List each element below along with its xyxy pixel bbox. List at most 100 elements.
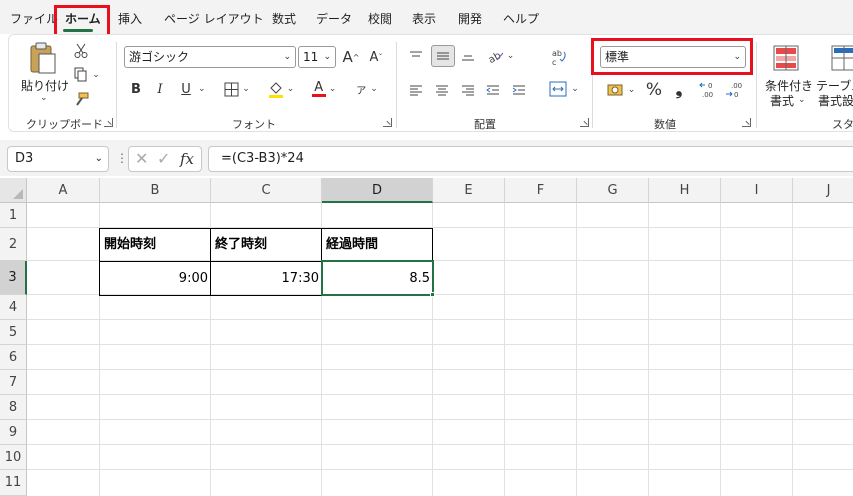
align-bottom-icon xyxy=(462,55,474,61)
fx-icon[interactable]: fx xyxy=(180,150,194,168)
row-header-11[interactable]: 11 xyxy=(0,470,27,496)
tab-review[interactable]: 校閲 xyxy=(368,11,392,27)
gridline xyxy=(27,319,853,320)
check-icon[interactable]: ✓ xyxy=(157,149,170,168)
bold-button[interactable]: B xyxy=(127,79,145,99)
fill-handle[interactable] xyxy=(430,292,435,297)
tab-formulas[interactable]: 数式 xyxy=(272,11,296,27)
align-right-button[interactable] xyxy=(458,80,478,100)
cell-c2[interactable]: 終了時刻 xyxy=(215,228,267,261)
phonetic-icon: ア xyxy=(356,85,367,97)
format-as-table-button[interactable] xyxy=(828,42,853,74)
wrap-text-button[interactable]: ab c xyxy=(548,46,570,68)
comma-style-button[interactable]: ❟ xyxy=(671,79,687,101)
paste-button[interactable] xyxy=(24,40,62,76)
row-header-7[interactable]: 7 xyxy=(0,370,27,395)
worksheet-grid[interactable]: A B C D E F G H I J 1 2 3 4 5 6 7 8 9 10… xyxy=(0,178,853,496)
clipboard-launcher-icon[interactable] xyxy=(104,118,113,127)
column-header-d[interactable]: D xyxy=(322,178,433,203)
font-name-dropdown[interactable]: 游ゴシック ⌄ xyxy=(124,46,296,68)
cell-b3[interactable]: 9:00 xyxy=(100,262,208,295)
column-header-g[interactable]: G xyxy=(577,178,649,203)
font-size-value: 11 xyxy=(303,50,319,64)
tab-insert[interactable]: 挿入 xyxy=(118,11,142,27)
grow-font-button[interactable]: A ^ xyxy=(341,46,361,68)
select-all-button[interactable] xyxy=(0,178,27,203)
copy-button[interactable]: ⌄ xyxy=(72,66,102,84)
column-header-h[interactable]: H xyxy=(649,178,721,203)
increase-decimal-button[interactable]: 0.00 xyxy=(698,80,720,100)
name-box[interactable]: D3 ⌄ xyxy=(7,146,109,172)
align-top-icon xyxy=(410,51,422,57)
cell-b2[interactable]: 開始時刻 xyxy=(104,228,156,261)
row-header-3[interactable]: 3 xyxy=(0,261,27,295)
tab-developer[interactable]: 開発 xyxy=(458,11,482,27)
merge-center-button[interactable]: ⌄ xyxy=(546,78,582,100)
row-header-5[interactable]: 5 xyxy=(0,320,27,345)
decrease-indent-button[interactable] xyxy=(483,80,503,100)
fill-color-button[interactable]: ⌄ xyxy=(266,78,296,100)
gridline xyxy=(27,344,853,345)
gridline xyxy=(27,444,853,445)
borders-button[interactable]: ⌄ xyxy=(222,79,252,99)
paste-chevron-icon[interactable]: ⌄ xyxy=(40,93,48,103)
accounting-format-button[interactable]: ⌄ xyxy=(604,80,638,100)
column-header-a[interactable]: A xyxy=(27,178,100,203)
conditional-formatting-chevron-icon[interactable]: ⌄ xyxy=(798,95,806,105)
font-size-dropdown[interactable]: 11 ⌄ xyxy=(298,46,336,68)
shrink-font-button[interactable]: Aˇ xyxy=(366,46,386,68)
tab-home[interactable]: ホーム xyxy=(65,11,101,27)
row-header-1[interactable]: 1 xyxy=(0,203,27,228)
column-header-c[interactable]: C xyxy=(211,178,322,203)
row-header-8[interactable]: 8 xyxy=(0,395,27,420)
tab-data[interactable]: データ xyxy=(316,11,352,27)
tab-file[interactable]: ファイル xyxy=(10,11,58,27)
row-header-6[interactable]: 6 xyxy=(0,345,27,370)
cell-c3[interactable]: 17:30 xyxy=(211,262,319,295)
percent-style-button[interactable]: % xyxy=(644,79,664,101)
increase-indent-button[interactable] xyxy=(509,80,529,100)
font-color-button[interactable]: A ⌄ xyxy=(309,78,339,100)
conditional-formatting-button[interactable] xyxy=(770,42,802,74)
cancel-icon[interactable]: ✕ xyxy=(135,149,148,168)
tab-help[interactable]: ヘルプ xyxy=(503,11,539,27)
column-header-i[interactable]: I xyxy=(721,178,793,203)
gridline xyxy=(720,203,721,496)
row-header-10[interactable]: 10 xyxy=(0,445,27,470)
column-header-e[interactable]: E xyxy=(433,178,505,203)
number-format-dropdown[interactable]: 標準 ⌄ xyxy=(600,46,746,68)
orientation-button[interactable]: ab ⌄ xyxy=(485,46,517,66)
tab-page-layout[interactable]: ページ レイアウト xyxy=(164,11,264,27)
align-middle-button[interactable] xyxy=(431,45,455,67)
formula-input[interactable]: =(C3-B3)*24 xyxy=(208,146,853,172)
alignment-launcher-icon[interactable] xyxy=(580,118,589,127)
align-top-button[interactable] xyxy=(406,46,426,66)
align-center-button[interactable] xyxy=(432,80,452,100)
italic-button[interactable]: I xyxy=(151,79,169,99)
svg-text:c: c xyxy=(552,58,556,66)
row-header-9[interactable]: 9 xyxy=(0,420,27,445)
formula-text: =(C3-B3)*24 xyxy=(221,151,304,166)
gridline xyxy=(27,419,853,420)
group-divider xyxy=(116,42,117,128)
clipboard-icon xyxy=(30,42,56,74)
decrease-decimal-button[interactable]: .00 0 xyxy=(724,80,746,100)
column-header-f[interactable]: F xyxy=(505,178,577,203)
phonetic-button[interactable]: ア ⌄ xyxy=(352,78,382,100)
table-style-icon xyxy=(831,45,853,71)
column-header-b[interactable]: B xyxy=(100,178,211,203)
tab-view[interactable]: 表示 xyxy=(412,11,436,27)
underline-button[interactable]: U xyxy=(177,79,195,99)
format-painter-button[interactable] xyxy=(72,91,90,109)
align-left-button[interactable] xyxy=(406,80,426,100)
font-launcher-icon[interactable] xyxy=(383,118,392,127)
align-bottom-button[interactable] xyxy=(458,46,478,66)
column-header-j[interactable]: J xyxy=(793,178,853,203)
underline-chevron-icon[interactable]: ⌄ xyxy=(198,84,206,94)
row-header-4[interactable]: 4 xyxy=(0,295,27,320)
cut-button[interactable] xyxy=(72,42,90,60)
row-header-2[interactable]: 2 xyxy=(0,228,27,261)
number-launcher-icon[interactable] xyxy=(742,118,751,127)
more-options-icon[interactable]: ⋮ xyxy=(116,151,128,165)
cell-d2[interactable]: 経過時間 xyxy=(326,228,378,261)
